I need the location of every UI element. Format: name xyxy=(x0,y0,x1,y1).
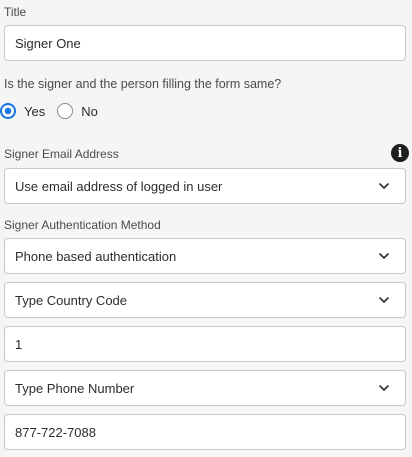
radio-no-circle[interactable] xyxy=(57,103,74,119)
radio-yes-circle[interactable] xyxy=(0,103,16,119)
title-input[interactable] xyxy=(15,35,395,51)
chevron-down-icon xyxy=(377,249,391,263)
radio-no[interactable]: No xyxy=(57,103,98,119)
title-label: Title xyxy=(4,5,27,19)
phone-number-placeholder: Type Phone Number xyxy=(15,380,135,396)
country-code-box[interactable] xyxy=(4,326,406,362)
same-person-radio-group: Yes No xyxy=(0,103,110,119)
same-person-question: Is the signer and the person filling the… xyxy=(4,77,282,91)
phone-number-select[interactable]: Type Phone Number xyxy=(4,370,406,406)
radio-yes[interactable]: Yes xyxy=(0,103,45,119)
auth-label: Signer Authentication Method xyxy=(4,218,161,232)
phone-number-input[interactable] xyxy=(15,424,395,440)
title-input-box[interactable] xyxy=(4,25,406,61)
chevron-down-icon xyxy=(377,381,391,395)
email-select[interactable]: Use email address of logged in user xyxy=(4,168,406,204)
email-label: Signer Email Address xyxy=(4,147,119,161)
radio-yes-label: Yes xyxy=(24,103,46,119)
phone-number-box[interactable] xyxy=(4,414,406,450)
radio-no-label: No xyxy=(81,103,98,119)
chevron-down-icon xyxy=(377,293,391,307)
auth-method-select[interactable]: Phone based authentication xyxy=(4,238,406,274)
email-select-value: Use email address of logged in user xyxy=(15,178,223,194)
auth-method-value: Phone based authentication xyxy=(15,248,177,264)
info-icon[interactable]: i xyxy=(391,144,409,162)
country-code-input[interactable] xyxy=(15,336,395,352)
country-code-select[interactable]: Type Country Code xyxy=(4,282,406,318)
chevron-down-icon xyxy=(377,179,391,193)
country-code-placeholder: Type Country Code xyxy=(15,292,128,308)
